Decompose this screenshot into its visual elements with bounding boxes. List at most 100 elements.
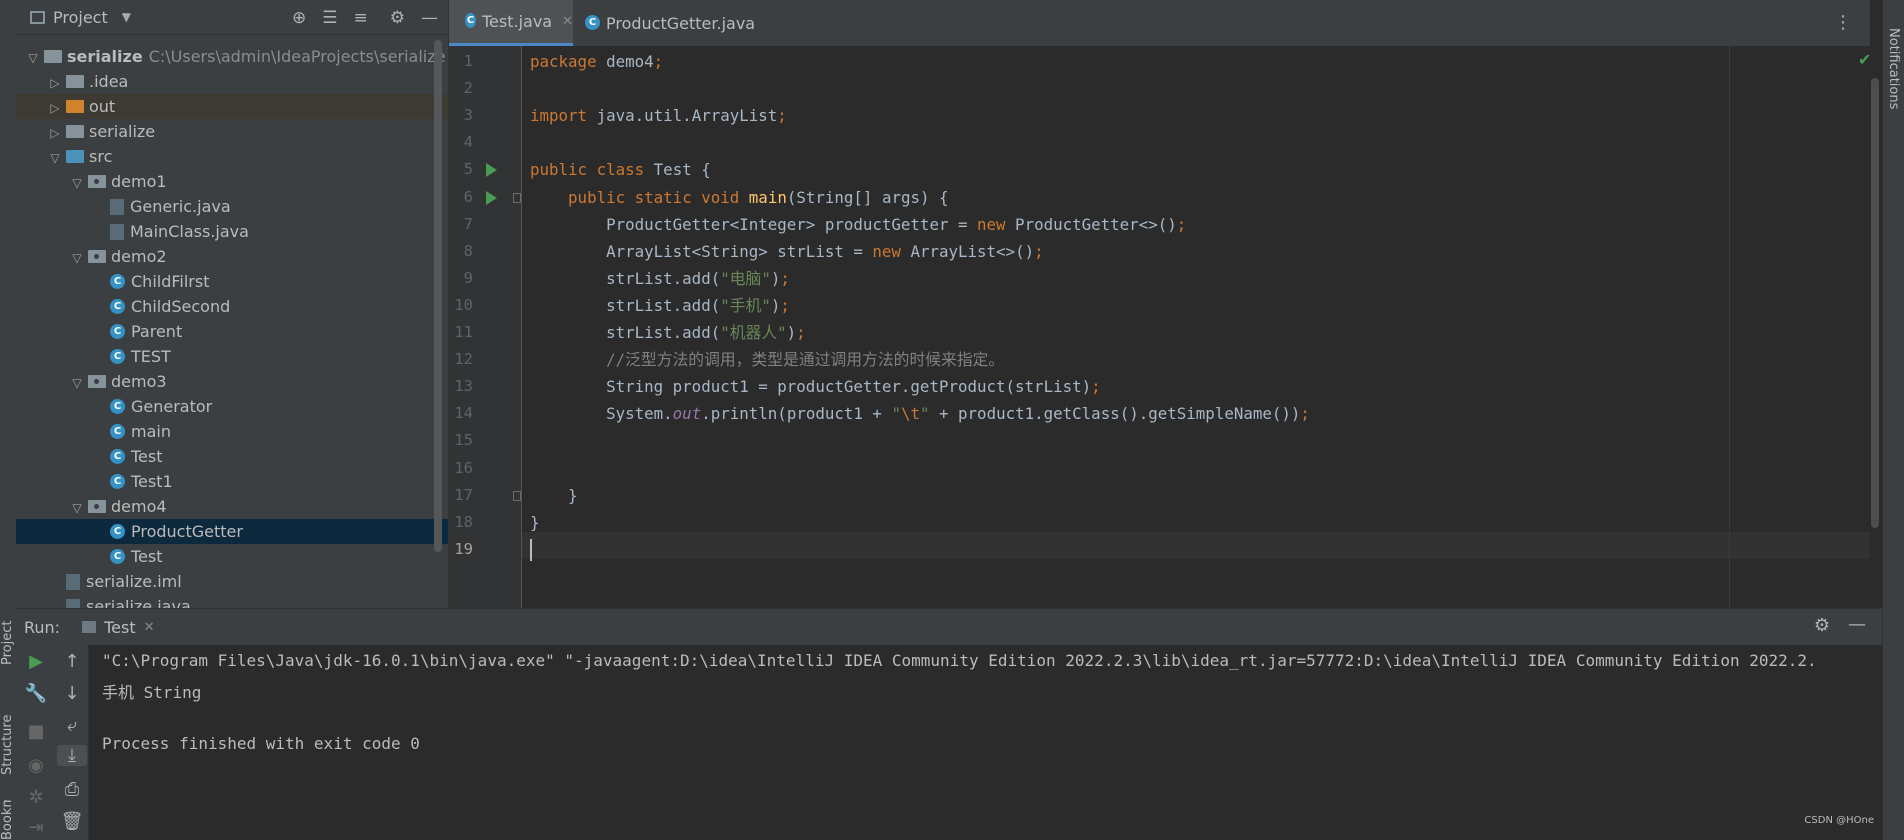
notifications-side-tab[interactable]: Notifications — [1886, 28, 1901, 109]
line-number: 19 — [454, 539, 473, 558]
gear-icon[interactable]: ⚙ — [1814, 615, 1830, 636]
close-icon[interactable]: ✕ — [144, 620, 155, 635]
up-arrow-icon[interactable]: ↑ — [57, 651, 87, 672]
code-line[interactable]: //泛型方法的调用，类型是通过调用方法的时候来指定。 — [530, 346, 1004, 373]
chevron-down-icon[interactable]: ▼ — [122, 10, 131, 24]
code-line[interactable]: ArrayList<String> strList = new ArrayLis… — [530, 238, 1044, 265]
code-line[interactable]: public class Test { — [530, 156, 711, 183]
tree-item-label: serialize.java — [86, 597, 191, 608]
tree-item[interactable]: C ChildSecond — [16, 294, 448, 319]
console-output[interactable]: "C:\Program Files\Java\jdk-16.0.1\bin\ja… — [89, 645, 1882, 840]
tree-item[interactable]: C Test1 — [16, 469, 448, 494]
code-line[interactable]: import java.util.ArrayList; — [530, 102, 787, 129]
more-tabs-icon[interactable]: ⋮ — [1834, 12, 1852, 33]
fold-icon[interactable] — [513, 192, 521, 203]
code-line[interactable]: public static void main(String[] args) { — [530, 184, 948, 211]
chevron-right-icon[interactable]: ▷ — [48, 121, 62, 146]
class-icon: C — [110, 349, 125, 364]
tree-item[interactable]: C Test — [16, 444, 448, 469]
tree-item[interactable]: ▽ demo3 — [16, 369, 448, 394]
chevron-down-icon[interactable]: ▽ — [70, 371, 84, 396]
run-panel-header: Run: Test ✕ ⚙ — — [16, 608, 1882, 646]
tree-item[interactable]: ▷ serialize — [16, 119, 448, 144]
tree-item[interactable]: ▽ demo4 — [16, 494, 448, 519]
tree-item[interactable]: Generic.java — [16, 194, 448, 219]
chevron-down-icon[interactable]: ▽ — [70, 171, 84, 196]
run-gutter-icon[interactable] — [486, 163, 497, 178]
run-gutter-icon[interactable] — [486, 190, 497, 205]
hide-icon[interactable]: — — [421, 8, 438, 28]
chevron-down-icon[interactable]: ▽ — [48, 146, 62, 171]
tree-item[interactable]: ▽ src — [16, 144, 448, 169]
camera-icon[interactable]: ◉ — [21, 755, 51, 776]
structure-side-tab[interactable]: Structure — [0, 700, 16, 790]
trash-icon[interactable]: 🗑 — [57, 811, 87, 832]
code-line[interactable]: System.out.println(product1 + "\t" + pro… — [530, 400, 1310, 427]
code-line[interactable]: strList.add("电脑"); — [530, 265, 790, 292]
close-icon[interactable]: ✕ — [562, 14, 573, 29]
tree-item-label: ChildFilrst — [131, 272, 210, 291]
check-icon[interactable]: ✔ — [1858, 50, 1871, 69]
tree-item[interactable]: Cmain — [16, 419, 448, 444]
tree-item[interactable]: C ChildFilrst — [16, 269, 448, 294]
code-line[interactable]: strList.add("手机"); — [530, 292, 790, 319]
code-line[interactable]: } — [530, 482, 578, 509]
tree-item[interactable]: C Test — [16, 544, 448, 569]
code-line[interactable]: String product1 = productGetter.getProdu… — [530, 373, 1101, 400]
tree-item[interactable]: C TEST — [16, 344, 448, 369]
project-panel-title[interactable]: Project — [53, 8, 108, 27]
code-line[interactable]: } — [530, 509, 540, 536]
code-editor[interactable]: package demo4; import java.util.ArrayList… — [522, 46, 1870, 608]
chevron-right-icon[interactable]: ▷ — [48, 96, 62, 121]
bookmarks-side-tab[interactable]: Bookmarks — [0, 800, 16, 840]
tree-item[interactable]: ▷ .idea — [16, 69, 448, 94]
project-side-tab[interactable]: Project — [0, 608, 16, 678]
chevron-right-icon[interactable]: ▷ — [48, 71, 62, 96]
print-icon[interactable]: ⎙ — [57, 779, 87, 800]
soft-wrap-icon[interactable]: ⤶ — [57, 715, 87, 736]
tree-item[interactable]: ▽ serialize C:\Users\admin\IdeaProjects\se… — [16, 44, 448, 69]
chevron-down-icon[interactable]: ▽ — [26, 46, 40, 71]
scroll-to-end-icon[interactable]: ⤓ — [57, 745, 87, 766]
exit-icon[interactable]: ⇥ — [21, 817, 51, 838]
code-line[interactable]: package demo4; — [530, 48, 663, 75]
tree-item-label: TEST — [131, 347, 171, 366]
tab-test-java[interactable]: C Test.java ✕ — [449, 0, 573, 46]
code-line[interactable]: ProductGetter<Integer> productGetter = n… — [530, 211, 1186, 238]
chevron-down-icon[interactable]: ▽ — [70, 246, 84, 271]
class-icon: C — [110, 474, 125, 489]
gear-icon[interactable]: ⚙ — [390, 8, 405, 28]
tree-item[interactable]: serialize.java — [16, 594, 448, 608]
line-number: 10 — [454, 295, 473, 314]
editor-scrollbar[interactable] — [1871, 78, 1879, 528]
tree-item[interactable]: C ProductGetter — [16, 519, 448, 544]
line-number: 1 — [463, 52, 473, 70]
tree-item-label: demo4 — [111, 497, 167, 516]
tree-item[interactable]: serialize.iml — [16, 569, 448, 594]
code-line[interactable]: strList.add("机器人"); — [530, 319, 806, 346]
collapse-all-icon[interactable]: ≡ — [354, 8, 368, 28]
tree-item[interactable]: ▽ demo1 — [16, 169, 448, 194]
stop-icon[interactable]: ■ — [21, 721, 51, 742]
fold-icon[interactable] — [513, 490, 521, 501]
tree-item[interactable]: ▽ demo2 — [16, 244, 448, 269]
tree-item[interactable]: C Generator — [16, 394, 448, 419]
wrench-icon[interactable]: 🔧 — [21, 683, 51, 704]
hide-icon[interactable]: — — [1848, 614, 1866, 635]
settings-dim-icon[interactable]: ✲ — [21, 787, 51, 808]
tree-item[interactable]: C Parent — [16, 319, 448, 344]
tree-item[interactable]: MainClass.java — [16, 219, 448, 244]
tree-item-label: Generator — [131, 397, 213, 416]
project-scrollbar[interactable] — [434, 40, 442, 552]
tree-item[interactable]: ▷ out — [16, 94, 448, 119]
folder-icon — [44, 50, 62, 63]
run-tab-test[interactable]: Test — [104, 618, 136, 637]
rerun-icon[interactable]: ▶ — [21, 651, 51, 672]
chevron-down-icon[interactable]: ▽ — [70, 496, 84, 521]
expand-all-icon[interactable]: ☰ — [322, 8, 337, 28]
tab-productgetter-java[interactable]: C ProductGetter.java — [581, 0, 761, 46]
down-arrow-icon[interactable]: ↓ — [57, 683, 87, 704]
line-number: 6 — [463, 187, 473, 206]
locate-icon[interactable]: ⊕ — [292, 8, 306, 28]
left-tool-strip: Project Structure Bookmarks — [0, 0, 17, 840]
